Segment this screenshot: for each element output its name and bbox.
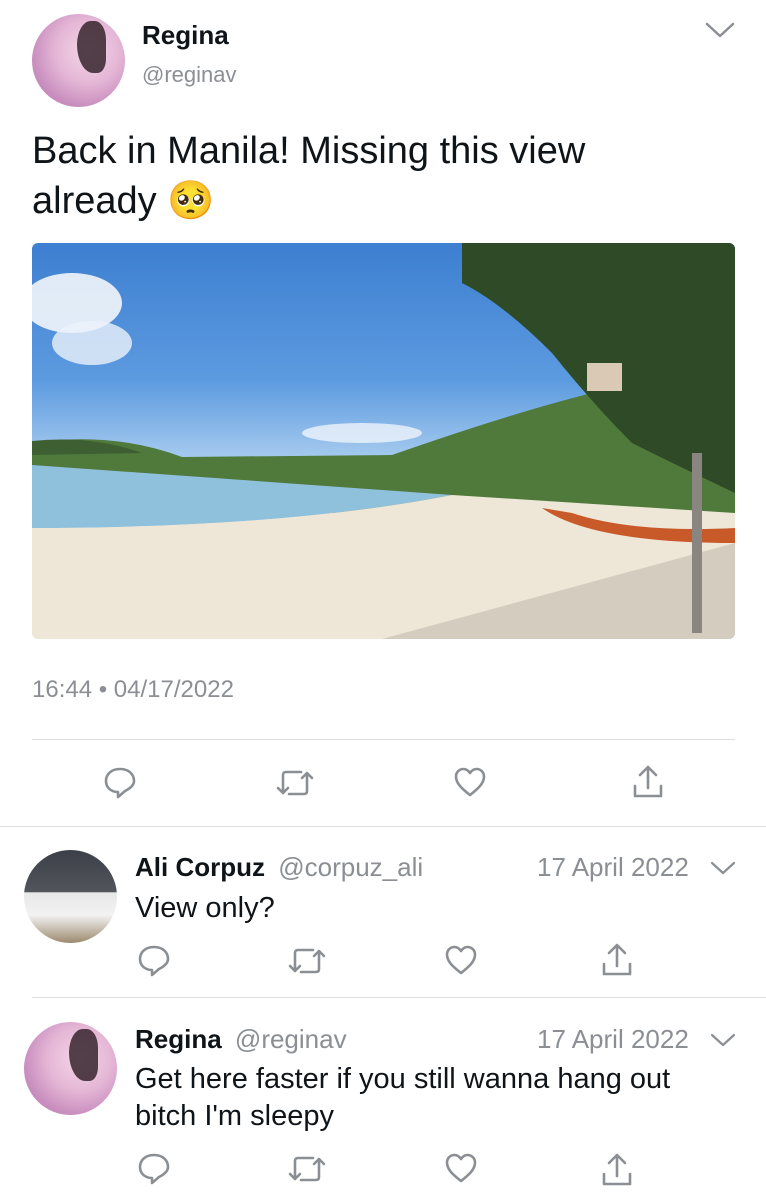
reply-date[interactable]: 17 April 2022 xyxy=(537,1024,689,1055)
reply-icon[interactable] xyxy=(103,766,137,800)
reply-author-handle[interactable]: @reginav xyxy=(235,1024,347,1054)
share-icon[interactable] xyxy=(601,942,633,978)
reply-avatar[interactable] xyxy=(24,850,117,943)
reply-text: View only? xyxy=(135,892,275,924)
divider xyxy=(0,826,766,827)
like-icon[interactable] xyxy=(444,1152,478,1184)
reply-author-handle[interactable]: @corpuz_ali xyxy=(278,852,423,882)
reply-icon[interactable] xyxy=(137,1152,171,1186)
reply-text: Get here faster if you still wanna hang … xyxy=(135,1063,671,1132)
reply-author: Regina @reginav xyxy=(135,1024,347,1055)
like-icon[interactable] xyxy=(444,944,478,976)
divider xyxy=(32,997,766,998)
beach-scene xyxy=(32,243,735,639)
chevron-down-icon[interactable] xyxy=(704,20,736,40)
author-handle[interactable]: @reginav xyxy=(142,62,237,88)
author-avatar[interactable] xyxy=(32,14,125,107)
chevron-down-icon[interactable] xyxy=(710,1032,736,1048)
share-icon[interactable] xyxy=(601,1152,633,1188)
like-icon[interactable] xyxy=(453,766,487,798)
divider xyxy=(32,739,735,740)
retweet-icon[interactable] xyxy=(287,1154,327,1184)
reply-author-name[interactable]: Regina xyxy=(135,1024,222,1054)
tweet-text: Back in Manila! Missing this view alread… xyxy=(32,130,586,222)
tweet-photo[interactable] xyxy=(32,243,735,639)
reply-author: Ali Corpuz @corpuz_ali xyxy=(135,852,423,883)
reply-author-name[interactable]: Ali Corpuz xyxy=(135,852,265,882)
author-name[interactable]: Regina xyxy=(142,20,229,51)
tweet-timestamp[interactable]: 16:44 • 04/17/2022 xyxy=(32,676,234,704)
retweet-icon[interactable] xyxy=(287,946,327,976)
reply-avatar[interactable] xyxy=(24,1022,117,1115)
share-icon[interactable] xyxy=(632,764,664,800)
reply-icon[interactable] xyxy=(137,944,171,978)
chevron-down-icon[interactable] xyxy=(710,860,736,876)
reply-date[interactable]: 17 April 2022 xyxy=(537,852,689,883)
retweet-icon[interactable] xyxy=(275,768,315,798)
